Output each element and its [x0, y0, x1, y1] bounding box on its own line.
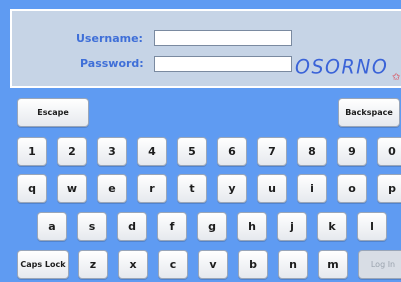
username-field[interactable] — [154, 30, 292, 46]
username-label: Username: — [76, 32, 143, 45]
key-t[interactable]: t — [177, 174, 207, 203]
key-q[interactable]: q — [17, 174, 47, 203]
key-s[interactable]: s — [77, 212, 107, 241]
star-icon: ✩ — [392, 72, 401, 83]
key-f[interactable]: f — [157, 212, 187, 241]
key-0[interactable]: 0 — [377, 137, 401, 166]
key-l[interactable]: l — [357, 212, 387, 241]
key-i[interactable]: i — [297, 174, 327, 203]
key-n[interactable]: n — [278, 250, 308, 279]
key-k[interactable]: k — [317, 212, 347, 241]
escape-key[interactable]: Escape — [17, 98, 89, 127]
key-g[interactable]: g — [197, 212, 227, 241]
caps-lock-key[interactable]: Caps Lock — [17, 250, 69, 279]
key-3[interactable]: 3 — [97, 137, 127, 166]
password-field[interactable] — [154, 56, 292, 72]
key-b[interactable]: b — [238, 250, 268, 279]
key-4[interactable]: 4 — [137, 137, 167, 166]
key-o[interactable]: o — [337, 174, 367, 203]
key-5[interactable]: 5 — [177, 137, 207, 166]
key-u[interactable]: u — [257, 174, 287, 203]
key-h[interactable]: h — [237, 212, 267, 241]
key-d[interactable]: d — [117, 212, 147, 241]
key-6[interactable]: 6 — [217, 137, 247, 166]
key-m[interactable]: m — [318, 250, 348, 279]
key-y[interactable]: y — [217, 174, 247, 203]
log-in-button[interactable]: Log In — [358, 250, 401, 279]
key-r[interactable]: r — [137, 174, 167, 203]
brand-logo: OSORNO — [295, 55, 389, 79]
key-7[interactable]: 7 — [257, 137, 287, 166]
key-c[interactable]: c — [158, 250, 188, 279]
key-z[interactable]: z — [78, 250, 108, 279]
password-label: Password: — [80, 57, 144, 70]
key-x[interactable]: x — [118, 250, 148, 279]
key-p[interactable]: p — [377, 174, 401, 203]
key-8[interactable]: 8 — [297, 137, 327, 166]
key-e[interactable]: e — [97, 174, 127, 203]
key-v[interactable]: v — [198, 250, 228, 279]
key-9[interactable]: 9 — [337, 137, 367, 166]
key-w[interactable]: w — [57, 174, 87, 203]
key-a[interactable]: a — [37, 212, 67, 241]
backspace-key[interactable]: Backspace — [338, 98, 400, 127]
key-j[interactable]: j — [277, 212, 307, 241]
key-1[interactable]: 1 — [17, 137, 47, 166]
key-2[interactable]: 2 — [57, 137, 87, 166]
